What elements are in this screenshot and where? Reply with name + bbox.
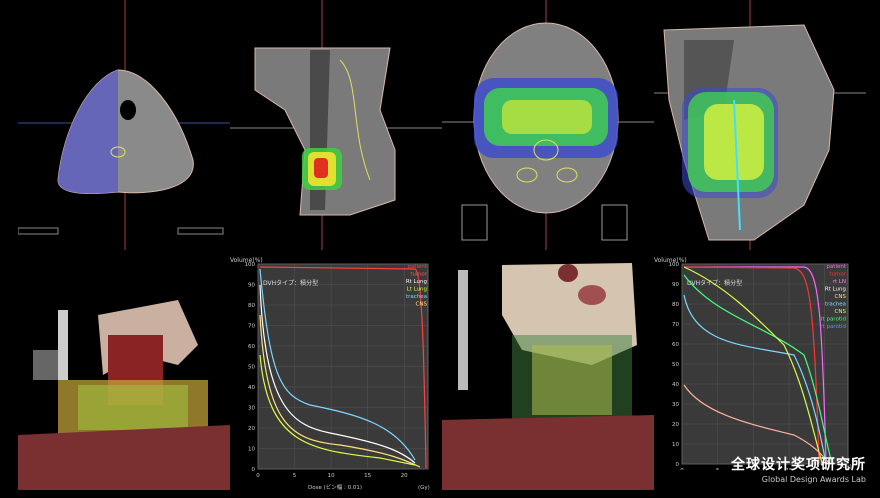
ct-sagittal-view-1 (230, 0, 442, 250)
y-tick-label: 80 (672, 302, 679, 308)
x-tick-label: 15 (364, 473, 371, 479)
x-tick-label: 10 (328, 473, 335, 479)
y-tick-label: 90 (672, 282, 679, 288)
x-tick-label: 5 (293, 473, 297, 479)
y-tick-label: 20 (248, 426, 255, 432)
dvh-left-unit: (Gy) (418, 485, 430, 491)
ct-axial-view-1 (18, 0, 230, 250)
watermark-en: Global Design Awards Lab (761, 475, 866, 484)
y-tick-label: 50 (672, 362, 679, 368)
watermark: 全球设计奖项研究所 Global Design Awards Lab (731, 454, 866, 484)
legend-entry: CNS (835, 294, 847, 300)
y-tick-label: 10 (672, 442, 679, 448)
legend-entry: Lt Lung (407, 287, 427, 293)
dvh-left-x-ticks: 0 5 10 15 20 (256, 473, 408, 479)
y-tick-label: 90 (248, 283, 255, 289)
legend-entry: trachea (406, 294, 427, 300)
render-3d-left (18, 255, 230, 490)
y-tick-label: 50 (248, 365, 255, 371)
y-tick-label: 100 (669, 262, 680, 268)
y-tick-label: 70 (672, 322, 679, 328)
legend-entry: patient (826, 264, 846, 270)
ct-sagittal-view-2 (654, 0, 866, 250)
legend-entry: lt parotid (821, 317, 846, 323)
y-tick-label: 60 (248, 344, 255, 350)
dvh-left-svg: Volume(%) 0102030405060708090100 0 5 10 15 2… (230, 257, 430, 491)
y-tick-label: 70 (248, 324, 255, 330)
legend-entry: CNS (835, 309, 847, 315)
dvh-right-type-label: DVHタイプ：積分型 (687, 279, 742, 287)
legend-entry: trachea (825, 302, 846, 308)
dvh-chart-left: Volume(%) 0 10 20 30 40 50 60 70 80 90 100 0 5 10 15 2… (230, 255, 442, 495)
legend-entry: rt LN (833, 279, 846, 285)
legend-entry: CNS (416, 302, 428, 308)
legend-entry: Rt Lung (406, 279, 427, 285)
watermark-cn: 全球设计奖项研究所 (731, 457, 866, 473)
x-tick-label: 0 (256, 473, 260, 479)
dvh-left-xlabel: Dose (ビン幅 : 0.01) (308, 483, 362, 491)
ct-axial-view-2 (442, 0, 654, 250)
y-tick-label: 80 (248, 303, 255, 309)
render-3d-right (442, 255, 654, 490)
y-tick-label: 60 (672, 342, 679, 348)
y-tick-label: 40 (672, 382, 679, 388)
x-tick-label: 5 (716, 468, 720, 470)
y-tick-label: 30 (672, 402, 679, 408)
legend-entry: tumor (829, 272, 846, 278)
legend-entry: patient (407, 264, 427, 270)
y-tick-label: 40 (248, 385, 255, 391)
y-tick-label: 0 (676, 462, 680, 468)
y-tick-label: 30 (248, 406, 255, 412)
dvh-right-svg: Volume(%) 0102030405060708090100 0510152… (654, 257, 852, 470)
x-tick-label: 0 (680, 468, 684, 470)
x-tick-label: 20 (401, 473, 408, 479)
legend-entry: Rt Lung (825, 287, 846, 293)
y-tick-label: 100 (245, 262, 256, 268)
legend-entry: rt parotid (820, 324, 846, 330)
legend-entry: tumor (410, 272, 427, 278)
dvh-chart-right: Volume(%) 0102030405060708090100 0510152… (654, 255, 866, 470)
dvh-left-y-ticks: 0 10 20 30 40 50 60 70 80 90 100 (245, 262, 256, 473)
y-tick-label: 10 (248, 447, 255, 453)
dvh-left-type-label: DVHタイプ：積分型 (263, 279, 318, 287)
y-tick-label: 0 (252, 467, 256, 473)
dvh-right-y-ticks: 0 10 20 30 40 50 60 70 80 90 100 (669, 262, 680, 468)
y-tick-label: 20 (672, 422, 679, 428)
